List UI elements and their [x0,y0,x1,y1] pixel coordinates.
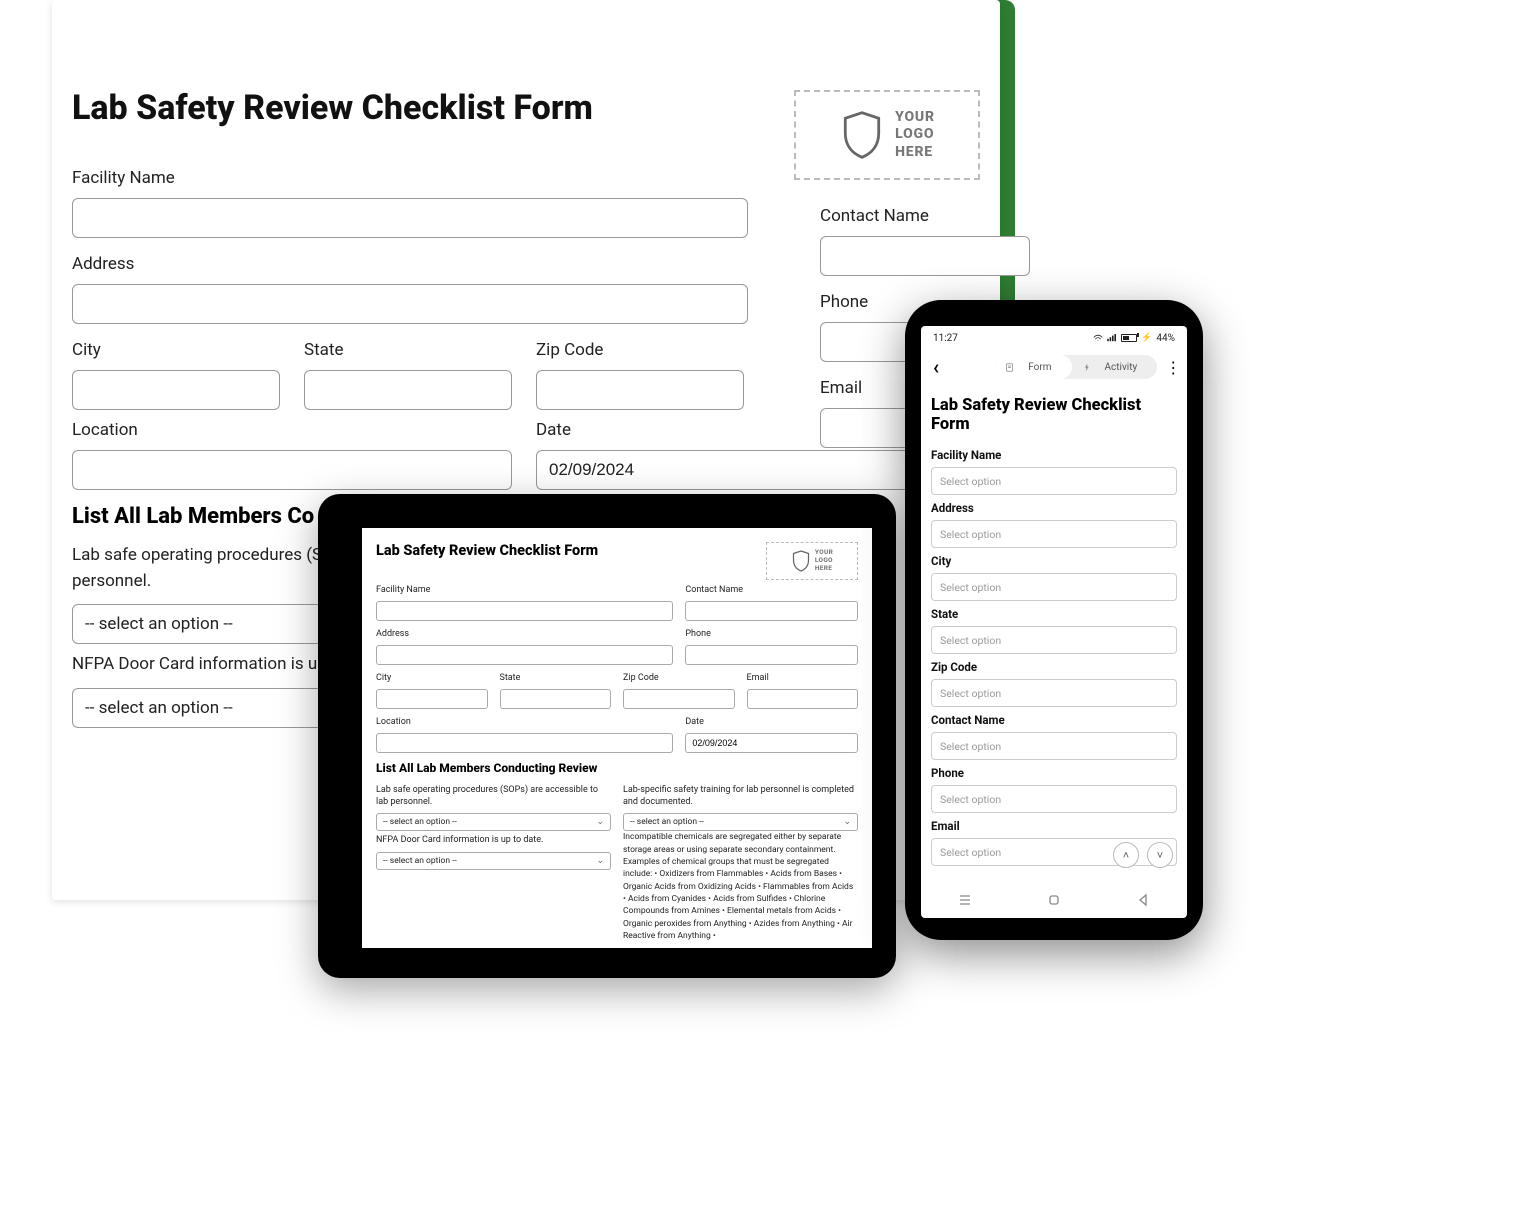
location-label: Location [72,420,512,440]
tablet-screen: Lab Safety Review Checklist Form YOURLOG… [362,528,872,948]
logo-placeholder-text: YOURLOGOHERE [895,109,935,162]
city-input[interactable] [72,370,280,410]
facility-name-label: Facility Name [72,168,768,188]
more-menu-button[interactable]: ⋮ [1165,358,1182,377]
t-zip-input[interactable] [623,689,735,709]
tablet-logo-placeholder[interactable]: YOURLOGOHERE [766,542,858,580]
p-contact-label: Contact Name [931,713,1177,727]
p-email-label: Email [931,819,1177,833]
chevron-down-icon: ⌄ [596,856,604,866]
logo-placeholder[interactable]: YOURLOGOHERE [794,90,980,180]
p-address-label: Address [931,501,1177,515]
p-city-select[interactable]: Select option [931,573,1177,601]
t-email-input[interactable] [747,689,859,709]
bolt-icon [1082,363,1091,372]
t-location-label: Location [376,717,673,727]
p-state-label: State [931,607,1177,621]
phone-device-frame: 11:27 ⚡ 44% ‹ Form Activity [905,300,1203,940]
prev-button[interactable]: ˄ [1113,842,1139,868]
state-label: State [304,340,512,360]
state-input[interactable] [304,370,512,410]
document-icon [1005,363,1014,372]
phone-nav-buttons: ˄ ˅ [1113,842,1173,868]
t-facility-input[interactable] [376,601,673,621]
t-q-training: Lab-specific safety training for lab per… [623,785,858,808]
t-q-segregation: Incompatible chemicals are segregated ei… [623,831,858,942]
p-contact-select[interactable]: Select option [931,732,1177,760]
p-address-select[interactable]: Select option [931,520,1177,548]
t-members-title: List All Lab Members Conducting Review [376,761,858,775]
p-zip-label: Zip Code [931,660,1177,674]
p-state-select[interactable]: Select option [931,626,1177,654]
p-facility-select[interactable]: Select option [931,467,1177,495]
t-phone-label: Phone [685,629,858,639]
t-date-label: Date [685,717,858,727]
wifi-icon [1093,334,1103,342]
t-city-input[interactable] [376,689,488,709]
p-facility-label: Facility Name [931,448,1177,462]
p-zip-select[interactable]: Select option [931,679,1177,707]
home-icon[interactable] [1047,893,1061,907]
zip-label: Zip Code [536,340,744,360]
address-input[interactable] [72,284,748,324]
t-q-nfpa: NFPA Door Card information is up to date… [376,835,611,847]
recents-icon[interactable] [958,893,972,907]
battery-icon [1121,334,1137,342]
t-date-input[interactable] [685,733,858,753]
contact-name-label: Contact Name [820,206,1028,226]
location-input[interactable] [72,450,512,490]
tab-activity[interactable]: Activity [1072,355,1158,379]
t-nfpa-select[interactable]: -- select an option --⌄ [376,852,611,870]
t-training-select[interactable]: -- select an option --⌄ [623,813,858,831]
back-button[interactable]: ‹ [929,355,943,379]
phone-topbar: ‹ Form Activity ⋮ [921,350,1187,384]
status-bar: 11:27 ⚡ 44% [921,326,1187,350]
tab-form[interactable]: Form [995,355,1071,379]
t-sops-select[interactable]: -- select an option --⌄ [376,813,611,831]
contact-name-input[interactable] [820,236,1030,276]
p-phone-select[interactable]: Select option [931,785,1177,813]
t-city-label: City [376,673,488,683]
t-email-label: Email [747,673,859,683]
t-contact-label: Contact Name [685,585,858,595]
t-state-label: State [500,673,612,683]
android-nav-bar [921,882,1187,918]
signal-icon [1107,334,1117,342]
phone-form-body: Facility Name Select option Address Select… [921,442,1187,882]
zip-input[interactable] [536,370,744,410]
tablet-logo-text: YOURLOGOHERE [815,549,833,572]
address-label: Address [72,254,768,274]
facility-name-input[interactable] [72,198,748,238]
p-city-label: City [931,554,1177,568]
t-facility-label: Facility Name [376,585,673,595]
tablet-device-frame: Lab Safety Review Checklist Form YOURLOG… [318,494,896,978]
t-phone-input[interactable] [685,645,858,665]
chevron-down-icon: ⌄ [843,817,851,827]
p-phone-label: Phone [931,766,1177,780]
next-button[interactable]: ˅ [1147,842,1173,868]
phone-screen: 11:27 ⚡ 44% ‹ Form Activity [921,326,1187,918]
t-state-input[interactable] [500,689,612,709]
t-contact-input[interactable] [685,601,858,621]
view-segmented-control: Form Activity [995,355,1157,379]
t-q-sops: Lab safe operating procedures (SOPs) are… [376,785,611,808]
city-label: City [72,340,280,360]
t-address-input[interactable] [376,645,673,665]
shield-icon [791,549,811,573]
chevron-down-icon: ⌄ [596,817,604,827]
battery-pct: 44% [1156,333,1175,344]
status-time: 11:27 [933,333,958,344]
phone-form-title: Lab Safety Review Checklist Form [921,384,1187,442]
t-address-label: Address [376,629,673,639]
nav-back-icon[interactable] [1136,893,1150,907]
shield-icon [839,109,885,161]
t-location-input[interactable] [376,733,673,753]
t-zip-label: Zip Code [623,673,735,683]
